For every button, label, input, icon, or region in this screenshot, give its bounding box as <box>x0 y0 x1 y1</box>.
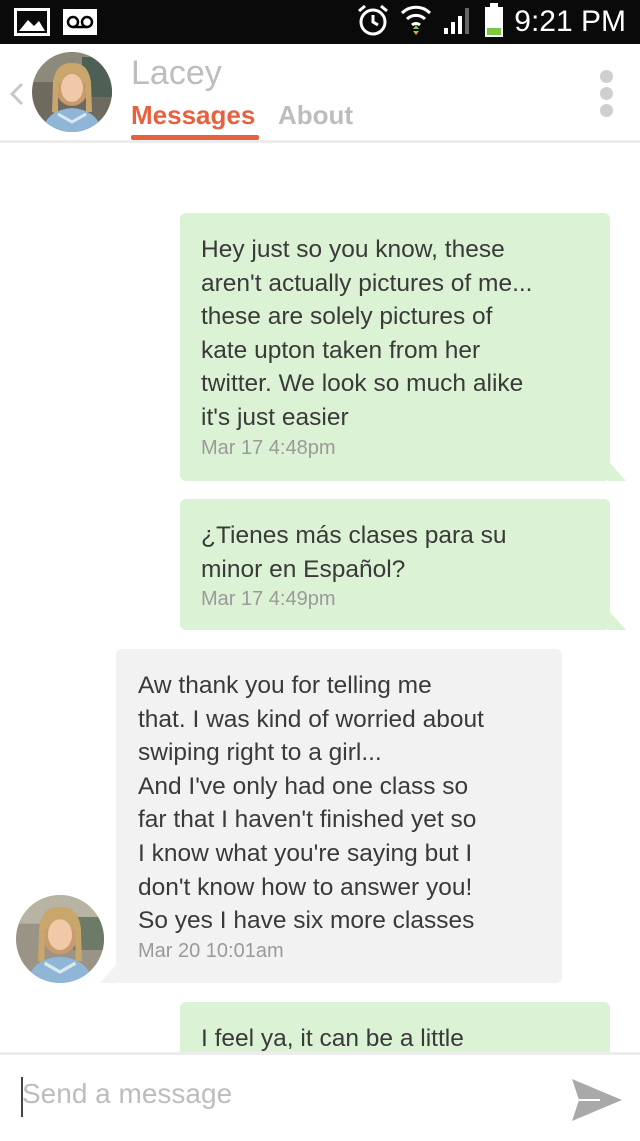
contact-name[interactable]: Lacey <box>131 54 222 93</box>
contact-avatar[interactable] <box>32 52 112 132</box>
message-text: I feel ya, it can be a little <box>201 1025 464 1052</box>
status-time: 9:21 PM <box>514 5 626 38</box>
tab-about[interactable]: About <box>278 100 353 131</box>
conversation-header: Lacey Messages About <box>0 44 640 143</box>
active-tab-indicator <box>131 135 259 140</box>
bubble-tail <box>608 610 626 630</box>
bubble-tail <box>608 461 626 481</box>
send-icon <box>570 1079 624 1129</box>
send-button[interactable] <box>570 1075 624 1125</box>
wifi-icon <box>400 3 432 42</box>
signal-icon <box>442 4 474 41</box>
battery-icon <box>484 2 504 43</box>
bubble-tail <box>100 963 118 983</box>
message-bubble-outgoing[interactable]: ¿Tienes más clases para su minor en Espa… <box>180 499 626 630</box>
message-timestamp: Mar 20 10:01am <box>138 939 284 962</box>
message-timestamp: Mar 17 4:48pm <box>201 436 336 459</box>
sender-avatar[interactable] <box>16 895 104 983</box>
message-composer <box>0 1052 640 1141</box>
message-bubble-incoming[interactable]: Aw thank you for telling me that. I was … <box>100 649 562 983</box>
status-bar: 9:21 PM <box>0 0 640 44</box>
chevron-left-icon <box>4 82 30 118</box>
message-text: ¿Tienes más clases para su minor en Espa… <box>201 522 507 583</box>
dot-icon <box>600 87 613 100</box>
tab-messages[interactable]: Messages <box>131 100 255 131</box>
message-list[interactable]: Hey just so you know, these aren't actua… <box>0 143 640 1052</box>
back-button[interactable] <box>4 74 30 114</box>
message-bubble-outgoing[interactable]: Hey just so you know, these aren't actua… <box>180 213 626 481</box>
message-text: Hey just so you know, these aren't actua… <box>201 236 533 431</box>
message-bubble-outgoing[interactable]: I feel ya, it can be a little <box>180 1002 610 1052</box>
message-timestamp: Mar 17 4:49pm <box>201 588 336 611</box>
message-input[interactable] <box>22 1069 542 1119</box>
dot-icon <box>600 104 613 117</box>
picture-icon <box>14 8 50 41</box>
voicemail-icon <box>62 8 98 41</box>
alarm-icon <box>356 3 390 42</box>
dot-icon <box>600 70 613 83</box>
overflow-menu-button[interactable] <box>600 70 614 118</box>
message-text: Aw thank you for telling me that. I was … <box>138 672 484 935</box>
